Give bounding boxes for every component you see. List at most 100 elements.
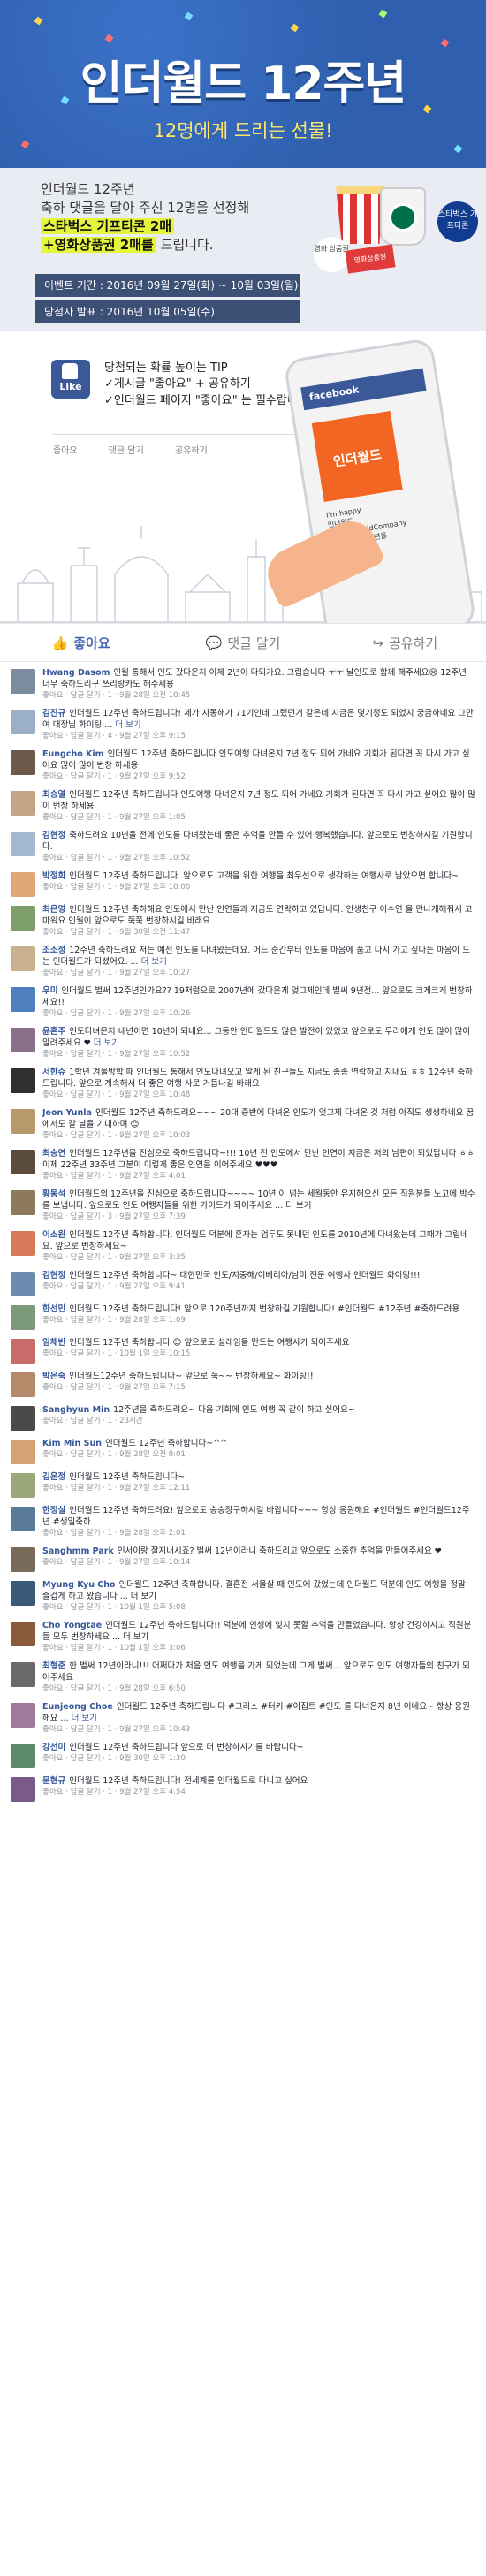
commenter-name[interactable]: 김은정 xyxy=(42,1472,65,1482)
comment-content: 한정실 인더월드 12주년 축하드려요! 앞으로도 승승장구하시길 바랍니다~~~… xyxy=(42,1505,475,1528)
comment-item: Eunjeong Choe 인더월드 12주년 축하드립니다 #그리스 #터키 #… xyxy=(11,1701,475,1735)
avatar[interactable] xyxy=(11,1305,35,1330)
avatar[interactable] xyxy=(11,1068,35,1093)
comment-content: 김현정 인더월드 12주년 축하합니다~ 대한민국 인도/지중해/이베리아/남미 … xyxy=(42,1270,475,1281)
comment-item: Sanghmm Park 인서이랑 잘지내시죠? 벌써 12년이라니 축하드리고 … xyxy=(11,1546,475,1572)
comment-meta: 좋아요 · 답글 달기 · 1 · 9월 27일 오후 4:54 xyxy=(42,1788,186,1797)
commenter-name[interactable]: 이소원 xyxy=(42,1230,65,1240)
see-more-link[interactable]: 더 보기 xyxy=(115,720,140,730)
avatar[interactable] xyxy=(11,1028,35,1052)
post-action-bar: 👍 좋아요 💬 댓글 달기 ↪ 공유하기 xyxy=(0,623,486,662)
commenter-name[interactable]: 문현규 xyxy=(42,1776,65,1786)
comment-meta: 좋아요 · 답글 달기 · 1 · 9월 27일 오후 10:00 xyxy=(42,883,191,892)
see-more-link[interactable]: 더 보기 xyxy=(141,957,167,967)
avatar[interactable] xyxy=(11,1406,35,1431)
commenter-name[interactable]: 윤혼주 xyxy=(42,1027,65,1037)
commenter-name[interactable]: 임채빈 xyxy=(42,1338,65,1348)
comment-item: 윤혼주 인도다녀온지 내년이면 10년이 되네요... 그동안 인더월드도 많은 … xyxy=(11,1026,475,1060)
avatar[interactable] xyxy=(11,1581,35,1606)
comment-item: Kim Min Sun 인더월드 12주년 축하합니다~^^ 좋아요 · 답글 달기… xyxy=(11,1438,475,1464)
comment-meta: 좋아요 · 답글 달기 · 1 · 9월 30일 오전 11:47 xyxy=(42,928,191,937)
comment-item: 최승열 인더월드 12주년 축하드립니다 인도여행 다녀온지 7년 정도 되어 가… xyxy=(11,789,475,823)
commenter-name[interactable]: 최은영 xyxy=(42,905,65,915)
avatar[interactable] xyxy=(11,1272,35,1296)
avatar[interactable] xyxy=(11,1744,35,1768)
avatar[interactable] xyxy=(11,987,35,1012)
commenter-name[interactable]: 최승열 xyxy=(42,790,65,800)
commenter-name[interactable]: 김진규 xyxy=(42,709,65,718)
comment-item: 우미 인더월드 벌써 12주년인가요?? 19처럼으로 2007년에 갔다온게 엊… xyxy=(11,985,475,1019)
comment-body: 문현규 인더월드 12주년 축하드립니다! 전세계를 인더월드로 다니고 싶어요 좋… xyxy=(42,1775,475,1802)
commenter-name[interactable]: 한정실 xyxy=(42,1506,65,1516)
comment-body: 김현정 인더월드 12주년 축하합니다~ 대한민국 인도/지중해/이베리아/남미 … xyxy=(42,1270,475,1296)
commenter-name[interactable]: 김현정 xyxy=(42,831,65,840)
comment-content: 황동석 인더월드의 12주년을 진심으로 축하드립니다~~~~ 10년 이 넘는 … xyxy=(42,1189,475,1212)
commenter-name[interactable]: 강선미 xyxy=(42,1743,65,1752)
comment-content: Jeon Yunla 인더월드 12주년 축하드려요~~~ 20대 중반에 다녀온… xyxy=(42,1107,475,1130)
avatar[interactable] xyxy=(11,791,35,816)
commenter-name[interactable]: 최형준 xyxy=(42,1661,65,1671)
like-button[interactable]: 👍 좋아요 xyxy=(0,634,162,652)
commenter-name[interactable]: Sanghyun Min xyxy=(42,1405,110,1415)
avatar[interactable] xyxy=(11,1473,35,1498)
comment-meta: 좋아요 · 답글 달기 · 1 · 10월 1일 오후 10:15 xyxy=(42,1349,191,1358)
commenter-name[interactable]: Eungcho Kim xyxy=(42,749,104,759)
comment-body: 이소원 인더월드 12주년 축하합니다. 인더월드 덕분에 혼자는 엄두도 못내던… xyxy=(42,1229,475,1263)
comment-meta: 좋아요 · 답글 달기 · 1 · 9월 27일 오후 10:03 xyxy=(42,1131,191,1140)
comment-item: 최형준 한 벌써 12년이라니!!! 어쩌다가 처음 인도 여행을 가게 되었는데… xyxy=(11,1660,475,1694)
avatar[interactable] xyxy=(11,1339,35,1364)
avatar[interactable] xyxy=(11,1150,35,1174)
commenter-name[interactable]: Cho Yongtae xyxy=(42,1621,102,1630)
avatar[interactable] xyxy=(11,1440,35,1464)
commenter-name[interactable]: Jeon Yunla xyxy=(42,1108,92,1118)
comment-content: 우미 인더월드 벌써 12주년인가요?? 19처럼으로 2007년에 갔다온게 엊… xyxy=(42,985,475,1008)
avatar[interactable] xyxy=(11,1507,35,1531)
see-more-link[interactable]: 더 보기 xyxy=(72,1714,97,1723)
share-button[interactable]: ↪ 공유하기 xyxy=(324,634,486,652)
avatar[interactable] xyxy=(11,906,35,931)
avatar[interactable] xyxy=(11,750,35,775)
commenter-name[interactable]: Kim Min Sun xyxy=(42,1439,102,1448)
thumbs-up-icon: 👍 xyxy=(51,635,69,651)
comment-button[interactable]: 💬 댓글 달기 xyxy=(162,634,323,652)
comment-text: 인더월드 12주년 축하드립니다 인도여행 다녀온지 7년 정도 되어 가네요 … xyxy=(42,749,470,771)
comment-item: Eungcho Kim 인더월드 12주년 축하드립니다 인도여행 다녀온지 7년… xyxy=(11,748,475,782)
commenter-name[interactable]: 김현정 xyxy=(42,1271,65,1280)
comment-item: Hwang Dasom 인월 통해서 인도 갔다온지 이제 2년이 다되가요. 그… xyxy=(11,667,475,701)
comment-body: Kim Min Sun 인더월드 12주년 축하합니다~^^ 좋아요 · 답글 달기… xyxy=(42,1438,475,1464)
commenter-name[interactable]: Sanghmm Park xyxy=(42,1546,114,1556)
avatar[interactable] xyxy=(11,1703,35,1728)
commenter-name[interactable]: 서한슈 xyxy=(42,1068,65,1077)
avatar[interactable] xyxy=(11,1231,35,1256)
avatar[interactable] xyxy=(11,832,35,856)
commenter-name[interactable]: 박정희 xyxy=(42,871,65,881)
avatar[interactable] xyxy=(11,1547,35,1572)
avatar[interactable] xyxy=(11,669,35,694)
avatar[interactable] xyxy=(11,1372,35,1397)
avatar[interactable] xyxy=(11,872,35,897)
comment-text: 인더월드 12주년 축하드립니다! 앞으로 120주년까지 번창하길 기원합니다… xyxy=(69,1304,460,1314)
commenter-name[interactable]: Myung Kyu Cho xyxy=(42,1580,116,1590)
avatar[interactable] xyxy=(11,1662,35,1687)
commenter-name[interactable]: 한선민 xyxy=(42,1304,65,1314)
commenter-name[interactable]: Hwang Dasom xyxy=(42,668,110,678)
commenter-name[interactable]: 조소정 xyxy=(42,946,65,955)
comment-content: 김은정 인더월드 12주년 축하드립니다~ xyxy=(42,1471,475,1483)
commenter-name[interactable]: Eunjeong Choe xyxy=(42,1702,113,1712)
avatar[interactable] xyxy=(11,1109,35,1134)
comment-text: 인더월드 12주년 축하드립니다 인도여행 다녀온지 7년 정도 되어 가네요 … xyxy=(42,790,475,811)
avatar[interactable] xyxy=(11,1777,35,1802)
avatar[interactable] xyxy=(11,1190,35,1215)
comment-meta: 좋아요 · 답글 달기 · 1 · 9월 27일 오후 9:41 xyxy=(42,1282,186,1291)
avatar[interactable] xyxy=(11,710,35,734)
comment-content: Sanghmm Park 인서이랑 잘지내시죠? 벌써 12년이라니 축하드리고 … xyxy=(42,1546,475,1557)
avatar[interactable] xyxy=(11,946,35,971)
avatar[interactable] xyxy=(11,1622,35,1646)
commenter-name[interactable]: 우미 xyxy=(42,986,57,996)
commenter-name[interactable]: 최승연 xyxy=(42,1149,65,1159)
share-label: 공유하기 xyxy=(389,635,438,651)
commenter-name[interactable]: 박은숙 xyxy=(42,1372,65,1381)
confetti-shape xyxy=(453,144,463,154)
see-more-link[interactable]: 더 보기 xyxy=(94,1038,119,1048)
commenter-name[interactable]: 황동석 xyxy=(42,1189,65,1199)
